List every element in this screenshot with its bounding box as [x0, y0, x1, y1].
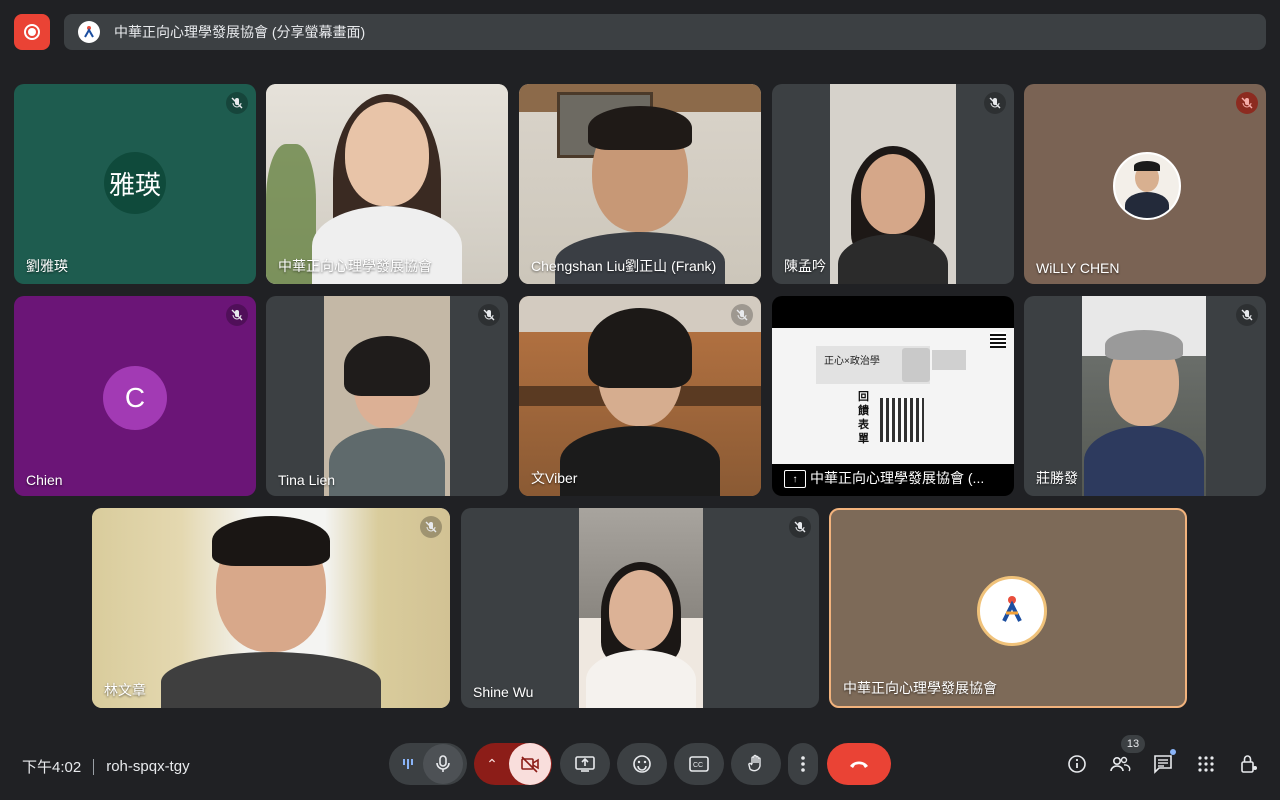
slide-heading: 正心×政治學 [824, 356, 880, 367]
leave-call-button[interactable] [827, 743, 891, 785]
muted-mic-icon [731, 304, 753, 326]
participant-tile[interactable]: Chengshan Liu劉正山 (Frank) [519, 84, 761, 284]
participant-tile[interactable]: Tina Lien [266, 296, 508, 496]
participant-tile-speaking[interactable]: 中華正向心理學發展協會 [829, 508, 1187, 708]
avatar [977, 576, 1047, 646]
muted-mic-icon [789, 516, 811, 538]
participant-name: 中華正向心理學發展協會 (... [810, 470, 985, 486]
record-icon [24, 24, 40, 40]
lock-person-icon [1241, 755, 1257, 773]
participant-name: 林文章 [104, 682, 146, 698]
participant-tile[interactable]: 陳孟吟 [772, 84, 1014, 284]
avatar: 雅瑛 [104, 152, 166, 214]
participant-name: 莊勝發 [1036, 470, 1078, 486]
unread-dot [1170, 749, 1176, 755]
raise-hand-icon [748, 754, 761, 772]
org-logo-icon [1002, 596, 1022, 622]
participant-name: Shine Wu [473, 684, 534, 700]
raise-hand-button[interactable] [731, 743, 781, 785]
presentation-banner[interactable]: 中華正向心理學發展協會 (分享螢幕畫面) [64, 14, 1266, 50]
meeting-info: 下午4:02 roh-spqx-tgy [22, 756, 190, 777]
avatar [1113, 152, 1181, 220]
camera-off-icon[interactable] [509, 743, 551, 785]
participant-name: 劉雅瑛 [26, 258, 68, 274]
muted-mic-icon [478, 304, 500, 326]
presentation-title: 中華正向心理學發展協會 (分享螢幕畫面) [114, 24, 366, 40]
muted-mic-icon [226, 304, 248, 326]
divider [93, 758, 95, 775]
muted-mic-icon [226, 92, 248, 114]
qr-code-icon [880, 398, 924, 442]
hang-up-icon [850, 761, 868, 768]
apps-grid-icon [1198, 756, 1214, 772]
presentation-tile[interactable]: 正心×政治學 回饋表單 ↑ 中華正向心理學發展協會 (... [772, 296, 1014, 496]
meeting-code: roh-spqx-tgy [106, 758, 190, 775]
muted-mic-icon [1236, 304, 1258, 326]
mic-control-group[interactable] [389, 743, 467, 785]
muted-mic-icon [420, 516, 442, 538]
org-logo-icon [78, 21, 100, 43]
camera-control-group[interactable]: ⌃ [474, 743, 552, 785]
clock-time: 下午4:02 [22, 759, 82, 776]
emoji-icon [633, 755, 651, 773]
more-options-button[interactable] [788, 743, 818, 785]
participant-tile[interactable]: C Chien [14, 296, 256, 496]
chat-icon [1154, 755, 1172, 774]
participant-tile[interactable]: 林文章 [92, 508, 450, 708]
reactions-button[interactable] [617, 743, 667, 785]
audio-level-icon [393, 759, 423, 769]
participant-tile[interactable]: 雅瑛 劉雅瑛 [14, 84, 256, 284]
participant-name: 陳孟吟 [784, 258, 826, 274]
meeting-details-button[interactable] [1060, 747, 1094, 781]
muted-mic-icon [1236, 92, 1258, 114]
video-feed [92, 508, 450, 708]
host-controls-button[interactable] [1232, 747, 1266, 781]
more-vert-icon [801, 756, 805, 772]
participant-name: Chengshan Liu劉正山 (Frank) [531, 258, 717, 274]
present-screen-button[interactable] [560, 743, 610, 785]
video-feed [324, 296, 450, 496]
video-feed [266, 84, 508, 284]
video-feed [519, 296, 761, 496]
participant-tile[interactable]: Shine Wu [461, 508, 819, 708]
participant-name: Tina Lien [278, 472, 336, 488]
video-feed [1082, 296, 1206, 496]
camera-options-chevron-icon[interactable]: ⌃ [475, 756, 509, 773]
present-screen-icon [575, 756, 595, 772]
microphone-icon[interactable] [423, 744, 463, 784]
video-feed [579, 508, 703, 708]
participant-name: 中華正向心理學發展協會 [843, 680, 997, 696]
participant-name: 文Viber [531, 470, 578, 486]
people-button[interactable] [1103, 747, 1137, 781]
recording-indicator[interactable] [14, 14, 50, 50]
present-screen-icon: ↑ [784, 470, 806, 488]
participant-name: 中華正向心理學發展協會 [278, 258, 432, 274]
chat-button[interactable] [1146, 747, 1180, 781]
participant-tile[interactable]: WiLLY CHEN [1024, 84, 1266, 284]
closed-captions-icon: CC [689, 756, 709, 772]
video-feed [830, 84, 956, 284]
participant-tile[interactable]: 中華正向心理學發展協會 [266, 84, 508, 284]
muted-mic-icon [984, 92, 1006, 114]
people-icon [1110, 756, 1131, 772]
participant-tile[interactable]: 文Viber [519, 296, 761, 496]
participant-name: WiLLY CHEN [1036, 260, 1120, 276]
info-icon [1068, 755, 1086, 773]
participant-tile[interactable]: 莊勝發 [1024, 296, 1266, 496]
activities-button[interactable] [1189, 747, 1223, 781]
slide-side-text: 回饋表單 [858, 391, 869, 445]
participant-name: Chien [26, 472, 63, 488]
qr-code-small-icon [990, 332, 1006, 348]
avatar: C [103, 366, 167, 430]
video-feed [519, 84, 761, 284]
captions-button[interactable]: CC [674, 743, 724, 785]
shared-screen: 正心×政治學 回饋表單 [772, 328, 1014, 464]
svg-text:CC: CC [693, 762, 703, 769]
